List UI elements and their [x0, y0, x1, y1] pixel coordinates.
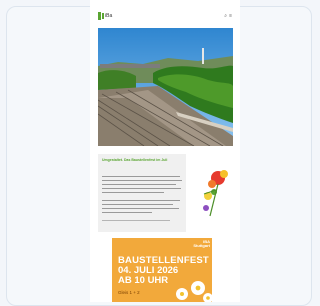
- hero-image: [98, 28, 233, 146]
- text-line: [102, 184, 176, 186]
- text-line: [102, 188, 181, 190]
- logo-text: iBa: [105, 13, 113, 19]
- daisy-icon: [176, 281, 212, 302]
- text-line: [102, 192, 164, 194]
- event-poster[interactable]: IBA Stuttgart BAUSTELLENFEST 04. JULI 202…: [112, 238, 212, 302]
- text-line: [102, 204, 173, 206]
- poster-location: Gleis 1 + 2: [118, 290, 140, 295]
- flower-illustration: [203, 170, 228, 217]
- text-line: [102, 220, 170, 222]
- text-line: [102, 200, 180, 202]
- content-section: Umgestaltet. Das Baustellenfest im Juli: [98, 154, 238, 232]
- text-teaser: Umgestaltet. Das Baustellenfest im Juli: [98, 154, 186, 232]
- text-line: [102, 212, 152, 214]
- poster-time: AB 10 UHR: [118, 275, 169, 286]
- logo-mark-secondary-icon: [102, 13, 104, 19]
- text-line: [102, 176, 180, 178]
- page-preview: iBa ⌕≡ Umgestaltet. Das Baustellenfest i…: [90, 0, 240, 302]
- text-line: [102, 208, 179, 210]
- logo-mark-icon: [98, 12, 101, 20]
- site-logo[interactable]: iBa: [98, 12, 116, 20]
- teaser-title[interactable]: Umgestaltet. Das Baustellenfest im Juli: [102, 158, 182, 163]
- header-icons: ⌕≡: [224, 13, 234, 19]
- menu-icon[interactable]: ≡: [229, 13, 234, 19]
- poster-corner-label: IBA Stuttgart: [193, 239, 210, 248]
- site-header: iBa ⌕≡: [90, 6, 240, 24]
- text-line: [102, 180, 182, 182]
